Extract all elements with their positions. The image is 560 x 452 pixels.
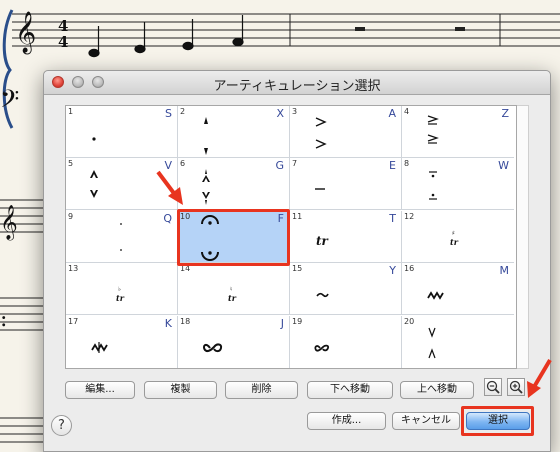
turn-icon [202,343,223,352]
articulation-cell-4[interactable]: 4Z [402,106,514,158]
zoom-out-icon [486,380,500,394]
articulation-cell-18[interactable]: 18 J [178,315,290,368]
marcato-icon [90,170,98,199]
move-down-button[interactable]: 下へ移動 [307,381,393,399]
zoom-in-button[interactable] [507,378,525,396]
mordent-icon [427,291,444,300]
help-button[interactable]: ? [51,415,72,436]
svg-text:tr: tr [316,234,330,248]
articulation-cell-16[interactable]: 16 M [402,263,514,316]
bow-marks-icon [428,327,436,358]
svg-text:𝄞: 𝄞 [15,11,36,54]
marcato-staccatissimo-icon [202,169,210,206]
delete-button[interactable]: 削除 [225,381,298,399]
articulation-cell-1[interactable]: 1S [66,106,178,158]
svg-text:𝄢: 𝄢 [0,85,19,120]
turn-small-icon [314,344,330,352]
svg-text:♮: ♮ [230,286,232,293]
svg-text:tr: tr [228,293,237,303]
move-up-button[interactable]: 上へ移動 [400,381,474,399]
dot-small-icon [120,222,122,251]
articulation-cell-14[interactable]: 14 tr ♮ [178,263,290,316]
accent-tenuto-icon [427,115,439,144]
accent-icon [315,117,327,149]
duplicate-button[interactable]: 複製 [144,381,217,399]
svg-text:tr: tr [116,293,125,303]
svg-text:♯: ♯ [452,230,455,237]
turn-short-icon [316,293,329,298]
articulation-cell-2[interactable]: 2X [178,106,290,158]
cancel-button[interactable]: キャンセル [392,412,460,430]
trill-sharp-icon: tr♯ [450,230,459,247]
articulation-cell-7[interactable]: 7E [290,158,402,211]
zoom-out-button[interactable] [484,378,502,396]
articulation-cell-20[interactable]: 20 [402,316,514,368]
edit-button[interactable]: 編集... [65,381,135,399]
articulation-cell-17[interactable]: 17 K [66,315,178,368]
svg-text:♭: ♭ [118,286,121,293]
articulation-cell-15[interactable]: 15 Y [290,263,402,316]
trill-natural-icon: tr♮ [228,286,237,303]
trill-flat-icon: tr♭ [116,286,125,303]
articulation-cell-3[interactable]: 3A [290,106,402,158]
inverted-mordent-icon [91,341,108,353]
time-signature-bottom: 4 [58,33,68,51]
svg-text::: : [0,307,7,332]
grid-scrollbar[interactable] [517,105,529,369]
selected-cell-highlight [177,209,290,266]
svg-text:𝄞: 𝄞 [0,205,18,241]
articulation-cell-19[interactable]: 19 [290,315,402,368]
zoom-in-icon [509,380,523,394]
trill-icon: tr [316,234,330,248]
articulation-grid: 1 S 2 X 3 A 4 Z 5 V 6 G 7 E 8 W 9 Q 10 F 11 Ttr 12 tr ♯ 13 tr ♭ 14 tr… [65,105,517,369]
articulation-dialog: アーティキュレーション選択 1 S 2 X 3 A 4 Z 5 V 6 G 7 E 8 W 9 Q 10 F 11 Ttr… [43,70,551,452]
svg-text:tr: tr [450,237,459,247]
tenuto-staccato-icon [429,171,437,200]
articulation-cell-5[interactable]: 5V [66,158,178,211]
articulation-cell-8[interactable]: 8W [402,158,514,211]
select-button-highlight [461,406,534,436]
staccatissimo-icon [204,117,208,155]
staccato-icon [92,137,96,141]
articulation-cell-6[interactable]: 6G [178,158,290,211]
dialog-title: アーティキュレーション選択 [213,79,381,94]
tenuto-icon [315,188,325,191]
articulation-cell-9[interactable]: 9Q [66,210,178,263]
articulation-cell-11[interactable]: 11 Ttr [290,210,402,263]
create-button[interactable]: 作成... [307,412,386,430]
articulation-cell-12[interactable]: 12 tr ♯ [402,211,514,263]
articulation-cell-13[interactable]: 13 tr ♭ [66,263,178,316]
dialog-titlebar[interactable]: アーティキュレーション選択 [44,71,550,95]
